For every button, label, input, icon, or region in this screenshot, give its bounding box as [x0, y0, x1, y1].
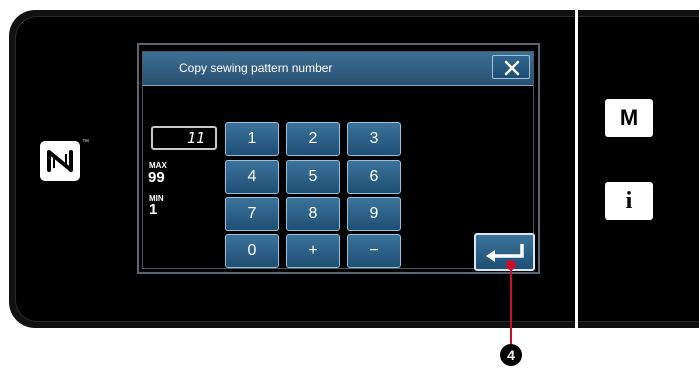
key-minus[interactable]: − [347, 234, 401, 268]
key-5[interactable]: 5 [286, 160, 340, 194]
key-6[interactable]: 6 [347, 160, 401, 194]
max-value: 99 [148, 169, 165, 186]
pattern-number-field[interactable]: 11 [151, 126, 217, 150]
nfc-trademark: ™ [82, 139, 89, 146]
key-9[interactable]: 9 [347, 197, 401, 231]
nfc-icon [40, 141, 80, 181]
close-button[interactable] [492, 55, 530, 79]
key-1[interactable]: 1 [225, 122, 279, 156]
callout-number: 4 [500, 344, 522, 366]
key-3[interactable]: 3 [347, 122, 401, 156]
key-7[interactable]: 7 [225, 197, 279, 231]
info-button[interactable]: i [605, 182, 653, 220]
close-icon [504, 60, 520, 76]
menu-button[interactable]: M [605, 99, 653, 137]
key-4[interactable]: 4 [225, 160, 279, 194]
copy-pattern-dialog: Copy sewing pattern number 11 MAX 99 MIN… [142, 51, 535, 271]
dialog-titlebar: Copy sewing pattern number [143, 52, 533, 86]
key-plus[interactable]: + [286, 234, 340, 268]
enter-button[interactable] [474, 233, 535, 271]
key-8[interactable]: 8 [286, 197, 340, 231]
min-value: 1 [149, 201, 158, 218]
panel-divider [575, 10, 578, 328]
dialog-title: Copy sewing pattern number [179, 61, 333, 75]
key-2[interactable]: 2 [286, 122, 340, 156]
callout-line [510, 264, 512, 346]
callout-dot [506, 260, 516, 270]
key-0[interactable]: 0 [225, 234, 279, 268]
